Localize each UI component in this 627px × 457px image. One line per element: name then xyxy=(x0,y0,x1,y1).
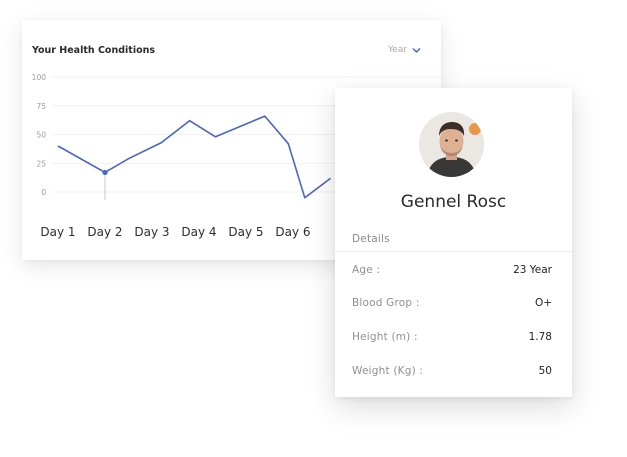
highlight-point xyxy=(102,169,108,176)
y-tick-label: 25 xyxy=(36,159,46,168)
detail-row-blood-group: Blood Grop : O+ xyxy=(352,293,552,313)
avatar-portrait-icon xyxy=(419,112,484,177)
detail-value: 50 xyxy=(538,365,552,377)
details-divider xyxy=(335,251,572,252)
detail-value: 1.78 xyxy=(528,331,552,343)
profile-card: Gennel Rosc Details Age : 23 Year Blood … xyxy=(335,88,572,397)
x-tick-label: Day 1 xyxy=(40,225,75,239)
y-tick-label: 75 xyxy=(36,102,46,111)
detail-row-weight: Weight (Kg) : 50 xyxy=(352,361,552,381)
y-tick-label: 100 xyxy=(32,73,47,82)
avatar xyxy=(419,112,484,177)
detail-value: 23 Year xyxy=(513,264,552,276)
detail-value: O+ xyxy=(534,297,552,309)
y-tick-label: 50 xyxy=(36,131,46,140)
x-tick-label: Day 2 xyxy=(87,225,122,239)
profile-name: Gennel Rosc xyxy=(400,192,507,212)
detail-row-age: Age : 23 Year xyxy=(352,260,552,280)
detail-label: Weight (Kg) : xyxy=(352,365,424,377)
x-tick-label: Day 5 xyxy=(228,225,263,239)
detail-label: Blood Grop : xyxy=(352,297,420,309)
details-heading: Details xyxy=(352,233,390,245)
y-tick-label: 0 xyxy=(41,188,46,197)
detail-label: Age : xyxy=(352,264,381,276)
x-tick-label: Day 6 xyxy=(275,225,310,239)
series-line xyxy=(57,115,332,199)
x-tick-label: Day 4 xyxy=(181,225,216,239)
detail-row-height: Height (m) : 1.78 xyxy=(352,327,552,347)
detail-label: Height (m) : xyxy=(352,331,418,343)
x-tick-label: Day 3 xyxy=(134,225,169,239)
